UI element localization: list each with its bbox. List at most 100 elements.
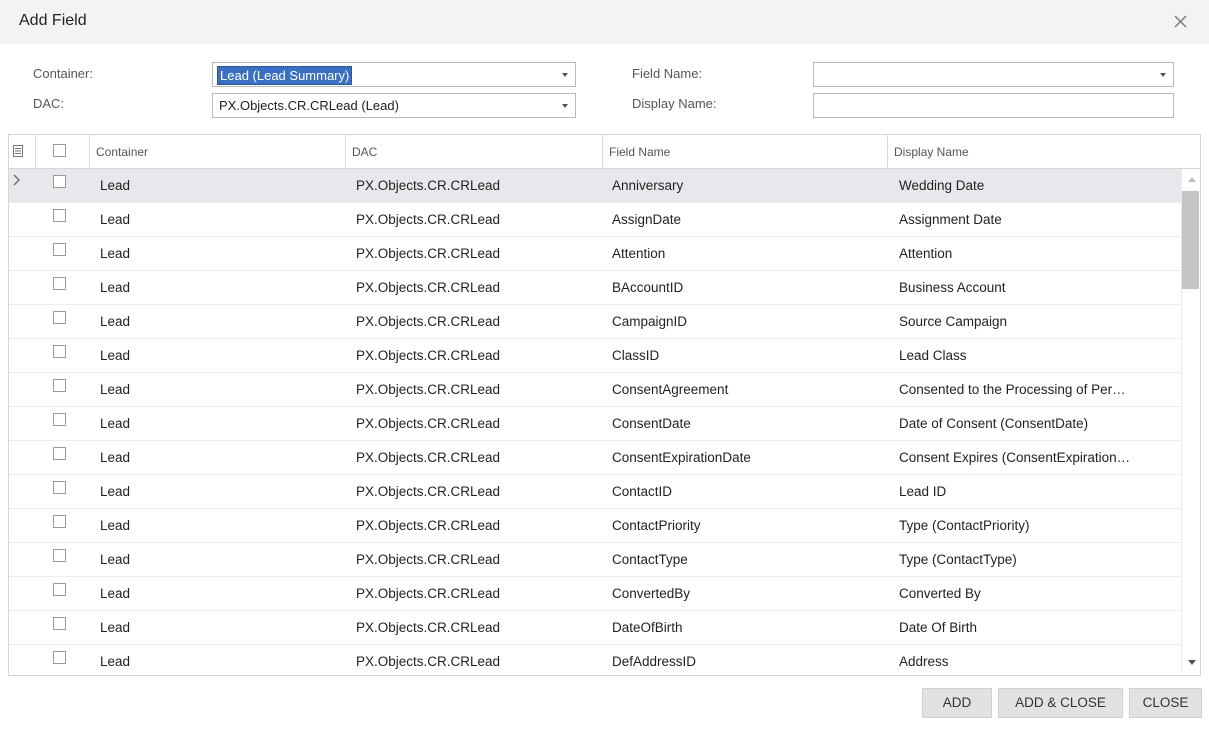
column-header-display-name[interactable]: Display Name [887,135,1178,169]
row-checkbox[interactable] [53,583,66,596]
row-checkbox[interactable] [53,617,66,630]
add-button[interactable]: ADD [922,688,992,718]
row-checkbox[interactable] [53,379,66,392]
container-select[interactable]: Lead (Lead Summary) [212,62,576,87]
cell-container: Lead [100,416,131,431]
cell-display-name: Consent Expires (ConsentExpiration… [899,450,1131,465]
cell-display-name: Date of Consent (ConsentDate) [899,416,1089,431]
grid-header: Container DAC Field Name Display Name [9,135,1200,169]
table-row[interactable]: Lead PX.Objects.CR.CRLead ClassID Lead Clas… [9,339,1181,373]
cell-field-name: CampaignID [612,314,688,329]
column-header-field-name[interactable]: Field Name [602,135,887,169]
cell-container: Lead [100,348,131,363]
row-checkbox[interactable] [53,311,66,324]
row-checkbox[interactable] [53,481,66,494]
cell-container: Lead [100,212,131,227]
table-row[interactable]: Lead PX.Objects.CR.CRLead DateOfBirth Date … [9,611,1181,645]
cell-field-name: BAccountID [612,280,684,295]
cell-container: Lead [100,382,131,397]
row-checkbox[interactable] [53,413,66,426]
row-checkbox[interactable] [53,447,66,460]
display-name-label: Display Name: [632,96,717,111]
cell-dac: PX.Objects.CR.CRLead [356,620,501,635]
scroll-up-icon[interactable] [1188,177,1196,182]
row-checkbox[interactable] [53,651,66,664]
cell-dac: PX.Objects.CR.CRLead [356,518,501,533]
field-name-select[interactable] [813,62,1174,87]
row-checkbox[interactable] [53,345,66,358]
cell-container: Lead [100,280,131,295]
cell-container: Lead [100,552,131,567]
table-row[interactable]: Lead PX.Objects.CR.CRLead Anniversary Weddi… [9,169,1181,203]
cell-field-name: ContactPriority [612,518,701,533]
table-row[interactable]: Lead PX.Objects.CR.CRLead ConsentDate Date … [9,407,1181,441]
table-row[interactable]: Lead PX.Objects.CR.CRLead ContactPriority T… [9,509,1181,543]
cell-container: Lead [100,246,131,261]
cell-container: Lead [100,484,131,499]
row-checkbox[interactable] [53,209,66,222]
grid-settings-cell[interactable] [9,135,35,169]
fields-grid: Container DAC Field Name Display Name Le… [8,134,1201,676]
cell-dac: PX.Objects.CR.CRLead [356,552,501,567]
row-checkbox[interactable] [53,515,66,528]
row-checkbox[interactable] [53,549,66,562]
cell-container: Lead [100,450,131,465]
cell-container: Lead [100,314,131,329]
cell-dac: PX.Objects.CR.CRLead [356,382,501,397]
title-bar: Add Field [0,0,1209,44]
chevron-down-icon [1160,73,1166,77]
container-label: Container: [33,66,93,81]
table-row[interactable]: Lead PX.Objects.CR.CRLead ContactID Lead ID [9,475,1181,509]
display-name-input[interactable] [813,93,1174,118]
cell-dac: PX.Objects.CR.CRLead [356,348,501,363]
vertical-scrollbar[interactable] [1181,169,1200,675]
grid-settings-icon[interactable] [13,145,23,157]
column-header-dac[interactable]: DAC [345,135,602,169]
cell-display-name: Lead Class [899,348,967,363]
row-checkbox[interactable] [53,243,66,256]
dac-select[interactable]: PX.Objects.CR.CRLead (Lead) [212,93,576,118]
table-row[interactable]: Lead PX.Objects.CR.CRLead CampaignID Source… [9,305,1181,339]
cell-dac: PX.Objects.CR.CRLead [356,416,501,431]
cell-field-name: Anniversary [612,178,684,193]
select-all-checkbox[interactable] [53,144,66,157]
close-icon[interactable] [1170,10,1192,32]
chevron-down-icon [562,104,568,108]
table-row[interactable]: Lead PX.Objects.CR.CRLead Attention Attenti… [9,237,1181,271]
table-row[interactable]: Lead PX.Objects.CR.CRLead ConsentAgreement… [9,373,1181,407]
cell-display-name: Type (ContactType) [899,552,1017,567]
cell-display-name: Address [899,654,949,669]
cell-display-name: Source Campaign [899,314,1008,329]
cell-dac: PX.Objects.CR.CRLead [356,654,501,669]
cell-display-name: Converted By [899,586,981,601]
cell-field-name: DefAddressID [612,654,697,669]
cell-display-name: Wedding Date [899,178,985,193]
table-row[interactable]: Lead PX.Objects.CR.CRLead DefAddressID Addr… [9,645,1181,675]
cell-dac: PX.Objects.CR.CRLead [356,484,501,499]
cell-field-name: ClassID [612,348,660,363]
table-row[interactable]: Lead PX.Objects.CR.CRLead ConsentExpiratio… [9,441,1181,475]
add-and-close-button[interactable]: ADD & CLOSE [998,688,1123,718]
scroll-down-icon[interactable] [1188,660,1196,665]
select-all-cell [35,135,89,169]
cell-container: Lead [100,518,131,533]
cell-field-name: ContactType [612,552,688,567]
dac-label: DAC: [33,96,65,111]
cell-display-name: Lead ID [899,484,947,499]
table-row[interactable]: Lead PX.Objects.CR.CRLead BAccountID Busine… [9,271,1181,305]
table-row[interactable]: Lead PX.Objects.CR.CRLead ConvertedBy Conve… [9,577,1181,611]
table-row[interactable]: Lead PX.Objects.CR.CRLead AssignDate Assign… [9,203,1181,237]
cell-field-name: ConsentDate [612,416,691,431]
scroll-thumb[interactable] [1182,191,1199,289]
column-header-container[interactable]: Container [89,135,345,169]
row-checkbox[interactable] [53,277,66,290]
cell-display-name: Attention [899,246,953,261]
cell-dac: PX.Objects.CR.CRLead [356,246,501,261]
table-row[interactable]: Lead PX.Objects.CR.CRLead ContactType Type … [9,543,1181,577]
cell-field-name: DateOfBirth [612,620,683,635]
row-checkbox[interactable] [53,175,66,188]
close-button[interactable]: CLOSE [1129,688,1202,718]
dac-select-value: PX.Objects.CR.CRLead (Lead) [219,98,399,113]
chevron-down-icon [562,73,568,77]
current-row-chevron-icon [13,174,20,186]
